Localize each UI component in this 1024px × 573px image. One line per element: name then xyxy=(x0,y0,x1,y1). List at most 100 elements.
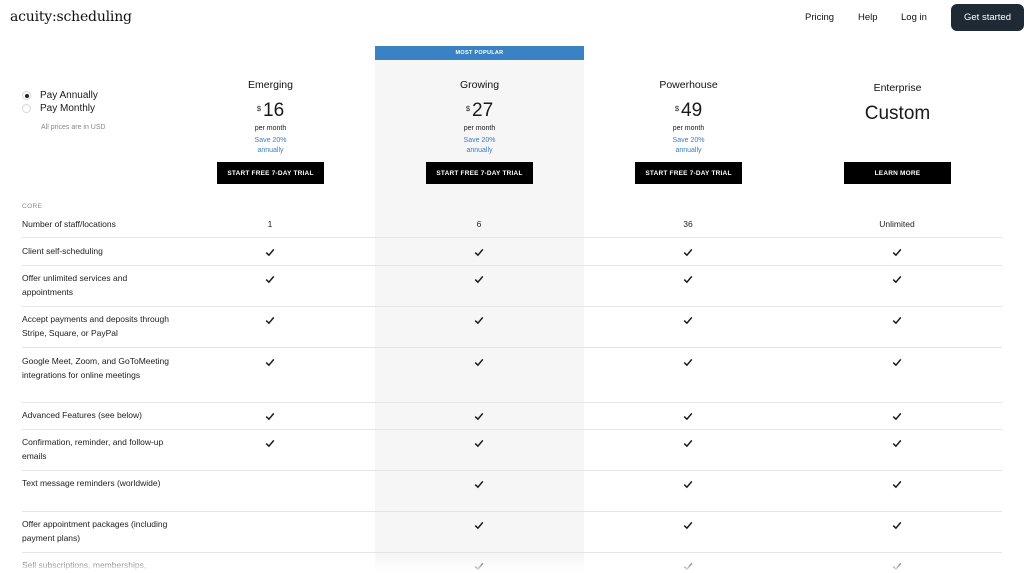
price-amount: 16 xyxy=(263,100,285,121)
check-icon xyxy=(240,439,300,449)
nav-pricing[interactable]: Pricing xyxy=(805,12,834,23)
pay-monthly-option[interactable]: Pay Monthly xyxy=(22,103,95,114)
save-note: Save 20% xyxy=(254,137,287,144)
row-divider xyxy=(22,511,1002,512)
check-icon xyxy=(658,248,718,258)
price-amount: 27 xyxy=(472,100,494,121)
plan-name: Enterprise xyxy=(873,82,922,94)
start-trial-button[interactable]: START FREE 7-DAY TRIAL xyxy=(635,162,742,184)
check-icon xyxy=(867,480,927,490)
price-amount: 49 xyxy=(681,100,703,121)
pay-monthly-label: Pay Monthly xyxy=(40,103,96,114)
check-icon xyxy=(658,412,718,422)
nav-login[interactable]: Log in xyxy=(901,12,927,23)
plan-price: $ 16 xyxy=(166,101,375,121)
start-trial-button[interactable]: START FREE 7-DAY TRIAL xyxy=(217,162,324,184)
check-icon xyxy=(240,316,300,326)
check-icon xyxy=(658,521,718,531)
feature-label: Google Meet, Zoom, and GoToMeeting integ… xyxy=(22,356,169,380)
plan-growing: Growing $ 27 per month Save 20% annually xyxy=(375,79,584,156)
cta-wrap: LEARN MORE xyxy=(793,162,1002,184)
price-period: per month xyxy=(254,125,287,132)
save-note-period: annually xyxy=(466,147,493,154)
section-label-core: CORE xyxy=(22,203,43,210)
feature-label: Confirmation, reminder, and follow-up em… xyxy=(22,437,164,461)
feature-value: Unlimited xyxy=(879,219,915,229)
check-icon xyxy=(867,275,927,285)
plan-price: $ 27 xyxy=(375,101,584,121)
feature-value: 1 xyxy=(267,219,273,229)
plan-name: Emerging xyxy=(248,79,293,91)
save-note: Save 20% xyxy=(463,137,496,144)
price-period: per month xyxy=(672,125,705,132)
currency-symbol: $ xyxy=(465,104,471,113)
feature-label: Offer unlimited services and appointment… xyxy=(22,273,128,297)
nav-help[interactable]: Help xyxy=(858,12,878,23)
row-divider xyxy=(22,429,1002,430)
custom-price: Custom xyxy=(864,103,931,124)
check-icon xyxy=(449,248,509,258)
check-icon xyxy=(240,248,300,258)
cta-wrap: START FREE 7-DAY TRIAL xyxy=(375,162,584,184)
row-divider xyxy=(22,347,1002,348)
plan-price: $ 49 xyxy=(584,101,793,121)
check-icon xyxy=(240,275,300,285)
start-trial-button[interactable]: START FREE 7-DAY TRIAL xyxy=(426,162,533,184)
row-divider xyxy=(22,237,1002,238)
feature-label: Number of staff/locations xyxy=(22,219,116,229)
check-icon xyxy=(658,358,718,368)
row-divider xyxy=(22,265,1002,266)
save-note: Save 20% xyxy=(672,137,705,144)
row-divider xyxy=(22,552,1002,553)
plan-name: Growing xyxy=(459,79,500,91)
check-icon xyxy=(658,275,718,285)
feature-label: Advanced Features (see below) xyxy=(22,410,143,420)
plan-enterprise: Enterprise Custom xyxy=(793,82,1002,125)
check-icon xyxy=(867,358,927,368)
feature-value: 6 xyxy=(476,219,482,229)
row-divider xyxy=(22,402,1002,403)
check-icon xyxy=(449,316,509,326)
radio-icon[interactable] xyxy=(22,104,31,113)
row-divider xyxy=(22,470,1002,471)
currency-symbol: $ xyxy=(674,104,680,113)
currency-note: All prices are in USD xyxy=(41,124,106,131)
check-icon xyxy=(867,316,927,326)
feature-label: Offer appointment packages (including pa… xyxy=(22,519,168,543)
feature-label: Accept payments and deposits through Str… xyxy=(22,314,169,338)
cta-wrap: START FREE 7-DAY TRIAL xyxy=(166,162,375,184)
check-icon xyxy=(449,521,509,531)
check-icon xyxy=(867,439,927,449)
plan-name: Powerhouse xyxy=(659,79,718,91)
check-icon xyxy=(449,358,509,368)
currency-symbol: $ xyxy=(256,104,262,113)
pay-annually-label: Pay Annually xyxy=(40,90,98,101)
pay-annually-option[interactable]: Pay Annually xyxy=(22,90,98,101)
bottom-fade xyxy=(0,556,1024,572)
check-icon xyxy=(867,412,927,422)
check-icon xyxy=(449,439,509,449)
radio-icon[interactable] xyxy=(22,91,31,100)
save-note-period: annually xyxy=(257,147,284,154)
check-icon xyxy=(449,275,509,285)
check-icon xyxy=(449,412,509,422)
check-icon xyxy=(658,439,718,449)
learn-more-button[interactable]: LEARN MORE xyxy=(844,162,951,184)
most-popular-badge: MOST POPULAR xyxy=(375,46,584,60)
check-icon xyxy=(867,248,927,258)
get-started-button[interactable]: Get started xyxy=(951,4,1024,31)
check-icon xyxy=(240,358,300,368)
row-divider xyxy=(22,306,1002,307)
save-note-period: annually xyxy=(675,147,702,154)
check-icon xyxy=(658,480,718,490)
plan-powerhouse: Powerhouse $ 49 per month Save 20% annua… xyxy=(584,79,793,156)
cta-wrap: START FREE 7-DAY TRIAL xyxy=(584,162,793,184)
check-icon xyxy=(240,412,300,422)
logo[interactable]: acuity:scheduling xyxy=(10,9,132,25)
feature-label: Client self-scheduling xyxy=(22,246,103,256)
plan-emerging: Emerging $ 16 per month Save 20% annuall… xyxy=(166,79,375,156)
check-icon xyxy=(449,480,509,490)
check-icon xyxy=(658,316,718,326)
feature-label: Text message reminders (worldwide) xyxy=(22,478,161,488)
check-icon xyxy=(867,521,927,531)
